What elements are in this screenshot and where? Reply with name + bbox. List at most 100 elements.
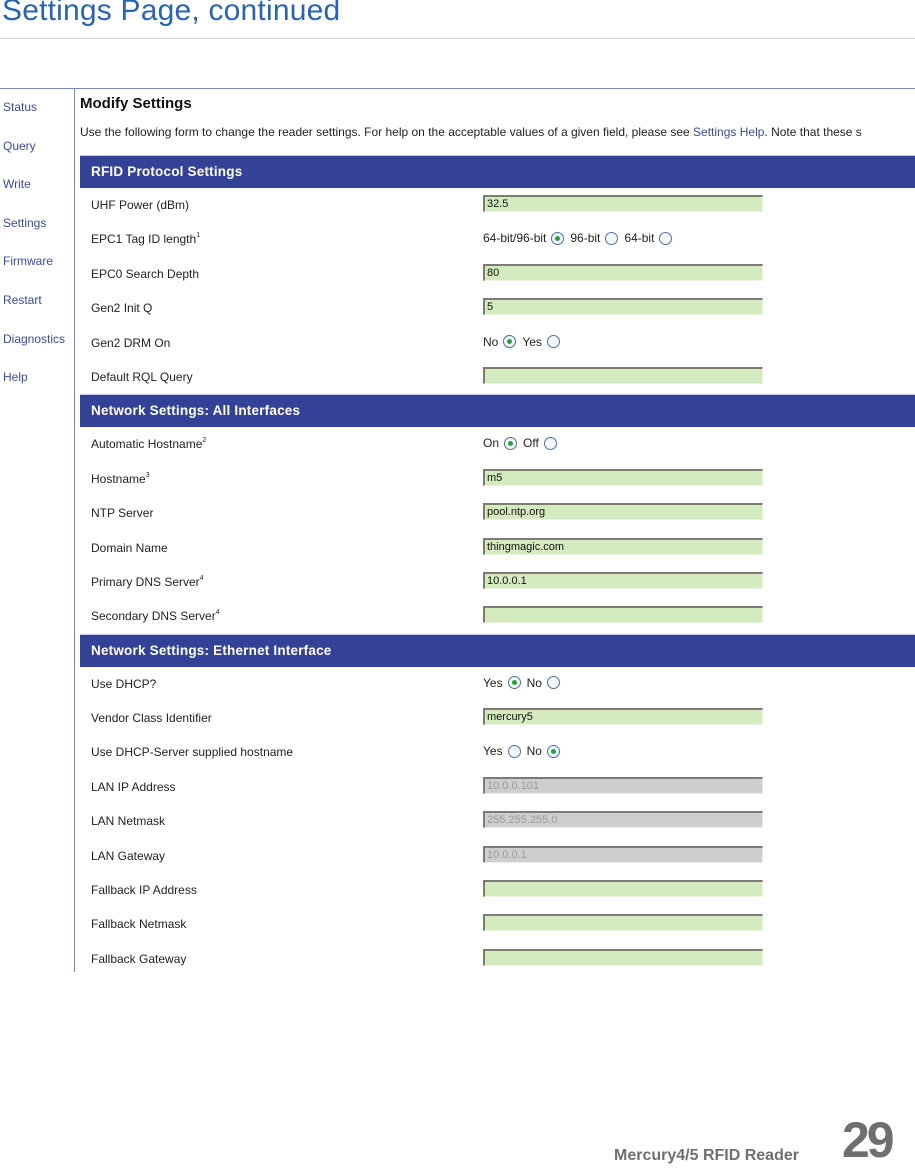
setting-label-text: Default RQL Query (91, 369, 193, 384)
radio-on-checked[interactable] (504, 436, 518, 450)
main-content: Modify Settings Use the following form t… (80, 94, 915, 976)
sidebar-nav: Status Query Write Settings Firmware Res… (3, 99, 65, 408)
settings-help-link[interactable]: Settings Help (693, 125, 764, 139)
lan-netmask-input (483, 811, 763, 829)
setting-label-text: Gen2 Init Q (91, 301, 153, 316)
setting-label-text: UHF Power (dBm) (91, 198, 190, 212)
setting-label-text: Fallback Netmask (91, 917, 187, 932)
setting-row-lan-ip-address: LAN IP Address (80, 770, 915, 804)
setting-label: Gen2 DRM On (91, 336, 170, 350)
setting-label: Hostname3 (91, 472, 150, 486)
sidebar-item-settings[interactable]: Settings (3, 215, 65, 254)
setting-label: Vendor Class Identifier (91, 711, 212, 725)
radio-selected-dot-icon (550, 748, 556, 754)
setting-row-lan-gateway: LAN Gateway (80, 839, 915, 873)
radio-yes[interactable] (546, 335, 560, 349)
epc1-tag-id-length-radio-group: 64-bit/96-bit 96-bit 64-bit (483, 231, 678, 245)
setting-label-text: Vendor Class Identifier (91, 711, 212, 726)
setting-label-text: LAN Netmask (91, 814, 166, 829)
setting-row-automatic-hostname: Automatic Hostname2 On Off (80, 427, 915, 461)
radio-selected-dot-icon (555, 235, 561, 241)
radio-no-checked[interactable] (546, 744, 560, 758)
radio-yes[interactable] (507, 744, 521, 758)
section-header-rfid-protocol-settings: RFID Protocol Settings (80, 155, 915, 188)
fallback-gateway-input[interactable] (483, 948, 763, 966)
section-header-network-settings-all-interfaces: Network Settings: All Interfaces (80, 394, 915, 428)
radio-selected-dot-icon (508, 440, 514, 446)
uhf-power-dbm-input[interactable] (483, 195, 763, 212)
setting-label: Automatic Hostname2 (91, 437, 206, 451)
radio-no[interactable] (546, 676, 560, 690)
setting-row-use-dhcp-server-supplied-hostname: Use DHCP-Server supplied hostname Yes No (80, 735, 915, 769)
setting-label-text: Automatic Hostname (91, 437, 203, 452)
setting-label-text: Gen2 DRM On (91, 335, 171, 350)
setting-row-gen2-drm-on: Gen2 DRM On No Yes (80, 326, 915, 360)
setting-label-text: NTP Server (91, 506, 154, 521)
radio-no-checked[interactable] (503, 335, 517, 349)
setting-row-epc1-tag-id-length: EPC1 Tag ID length1 64-bit/96-bit 96-bit 64… (80, 222, 915, 256)
radio-selected-dot-icon (511, 680, 517, 686)
epc0-search-depth-input[interactable] (483, 263, 763, 281)
sidebar-item-query[interactable]: Query (3, 138, 65, 177)
setting-label-text: Fallback Gateway (91, 951, 187, 966)
footnote-marker: 1 (196, 232, 201, 240)
setting-row-use-dhcp: Use DHCP? Yes No (80, 667, 915, 701)
setting-label: Default RQL Query (91, 370, 193, 384)
setting-label: EPC0 Search Depth (91, 267, 199, 281)
setting-label: Use DHCP-Server supplied hostname (91, 745, 293, 759)
lan-gateway-input (483, 845, 763, 863)
setting-label-text: Primary DNS Server (91, 574, 200, 589)
lan-ip-address-input (483, 776, 763, 794)
radio-64-bit-96-bit-checked[interactable] (551, 231, 565, 245)
document-title: Settings Page, continued (2, 0, 341, 27)
intro-text: Use the following form to change the rea… (80, 124, 915, 155)
setting-label-text: EPC0 Search Depth (91, 266, 200, 281)
gen2-init-q-input[interactable] (483, 298, 763, 316)
radio-off[interactable] (543, 436, 557, 450)
page-heading: Modify Settings (80, 95, 192, 112)
setting-label: Secondary DNS Server4 (91, 609, 220, 623)
frame-top-border (0, 88, 915, 89)
sidebar-item-help[interactable]: Help (3, 369, 65, 408)
sidebar-item-firmware[interactable]: Firmware (3, 253, 65, 292)
sidebar-divider (74, 88, 75, 972)
setting-label-text: Domain Name (91, 540, 168, 555)
setting-row-domain-name: Domain Name (80, 531, 915, 565)
radio-yes-checked[interactable] (507, 676, 521, 690)
radio-option-label: Yes (522, 334, 542, 349)
sidebar-item-restart[interactable]: Restart (3, 292, 65, 331)
fallback-ip-address-input[interactable] (483, 880, 763, 898)
footnote-marker: 2 (202, 437, 207, 445)
sidebar-item-write[interactable]: Write (3, 176, 65, 215)
setting-row-epc0-search-depth: EPC0 Search Depth (80, 257, 915, 291)
setting-label: UHF Power (dBm) (91, 198, 189, 212)
sidebar-item-status[interactable]: Status (3, 99, 65, 138)
radio-option-label: No (483, 334, 499, 349)
radio-64-bit[interactable] (659, 231, 673, 245)
radio-option-label: Yes (483, 744, 503, 759)
intro-text-before: Use the following form to change the rea… (80, 125, 694, 139)
footnote-marker: 3 (145, 471, 150, 479)
secondary-dns-server-input[interactable] (483, 606, 763, 624)
footer-page-number: 29 (842, 1112, 895, 1168)
fallback-netmask-input[interactable] (483, 914, 763, 932)
setting-label-text: Use DHCP-Server supplied hostname (91, 745, 294, 760)
setting-row-secondary-dns-server: Secondary DNS Server4 (80, 599, 915, 633)
footer-product-name: Mercury4/5 RFID Reader (614, 1147, 799, 1164)
ntp-server-input[interactable] (483, 503, 763, 521)
setting-label: Gen2 Init Q (91, 301, 152, 315)
sidebar-item-diagnostics[interactable]: Diagnostics (3, 331, 65, 370)
settings-form: RFID Protocol Settings UHF Power (dBm) EPC… (80, 155, 915, 976)
radio-option-label: Yes (483, 675, 503, 690)
vendor-class-identifier-input[interactable] (483, 708, 763, 726)
domain-name-input[interactable] (483, 537, 763, 555)
default-rql-query-input[interactable] (483, 366, 763, 384)
section-header-network-settings-ethernet-interface: Network Settings: Ethernet Interface (80, 633, 915, 667)
radio-96-bit[interactable] (605, 231, 619, 245)
use-dhcp-radio-group: Yes No (483, 676, 566, 690)
setting-label: Fallback Gateway (91, 952, 186, 966)
setting-label-text: Use DHCP? (91, 676, 157, 691)
footnote-marker: 4 (215, 609, 220, 617)
hostname-input[interactable] (483, 468, 763, 486)
primary-dns-server-input[interactable] (483, 571, 763, 589)
